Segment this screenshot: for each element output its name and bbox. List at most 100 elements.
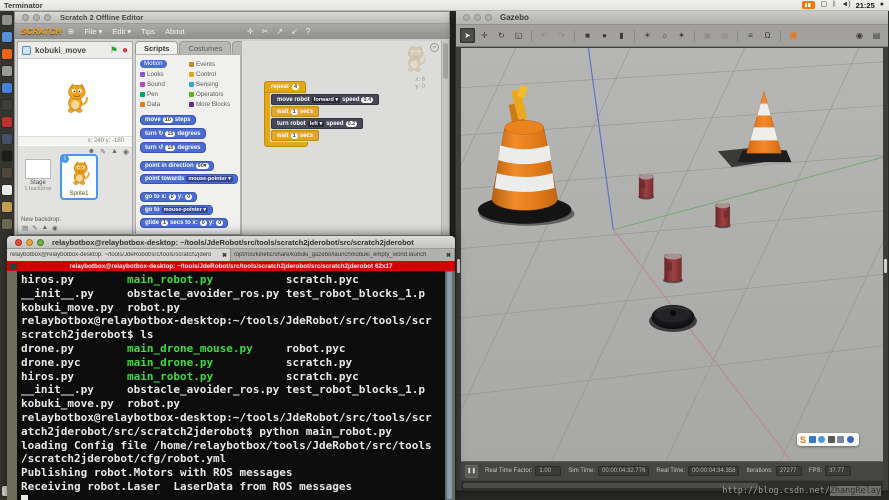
terminal-tab-1[interactable]: relaybotbox@relaybotbox-desktop: ~/tools… bbox=[7, 249, 231, 261]
category-events[interactable]: Events bbox=[189, 59, 238, 69]
session-menu-icon[interactable]: ● bbox=[880, 1, 884, 9]
dock-opera[interactable] bbox=[2, 151, 12, 161]
category-sensing[interactable]: Sensing bbox=[189, 79, 238, 89]
category-control[interactable]: Control bbox=[189, 69, 238, 79]
category-data[interactable]: Data bbox=[140, 99, 189, 109]
palette-block[interactable]: go to mouse-pointer ▾ bbox=[140, 205, 214, 215]
rotate-tool[interactable]: ↻ bbox=[494, 28, 509, 43]
sogou-logo[interactable]: S bbox=[800, 435, 806, 445]
camera-sprite-icon[interactable]: ◉ bbox=[123, 148, 129, 156]
grow-icon[interactable]: ↗ bbox=[276, 27, 283, 36]
terminal-content[interactable]: hiros.py main_robot.py scratch.pyc __init… bbox=[7, 271, 455, 500]
upload-backdrop-icon[interactable]: ▲ bbox=[42, 224, 48, 232]
terminal-titlebar[interactable]: relaybotbox@relaybotbox-desktop: ~/tools… bbox=[7, 236, 455, 249]
repeat-block-header[interactable]: repeat 4 bbox=[264, 81, 307, 93]
dock-folder-bookmark[interactable] bbox=[2, 202, 12, 212]
upload-sprite-icon[interactable]: ▲ bbox=[111, 148, 118, 156]
block-help-icon[interactable]: ? bbox=[306, 27, 310, 36]
menu-edit[interactable]: Edit ▾ bbox=[112, 27, 131, 36]
volume-icon[interactable]: ◄) bbox=[841, 1, 850, 9]
snap[interactable]: Ω bbox=[760, 28, 775, 43]
copy[interactable]: ▣ bbox=[700, 28, 715, 43]
green-flag-button[interactable]: ⚑ bbox=[110, 45, 118, 56]
cylinder-shape[interactable]: ▮ bbox=[614, 28, 629, 43]
palette-block[interactable]: glide 1 secs to x: 0 y: 0 bbox=[140, 218, 229, 228]
cat-sprite-on-stage[interactable] bbox=[62, 83, 90, 113]
shrink-icon[interactable]: ↙ bbox=[291, 27, 298, 36]
dock-text-editor[interactable] bbox=[2, 185, 12, 195]
palette-block[interactable]: move 10 steps bbox=[140, 115, 196, 125]
stage-thumbnail[interactable]: Stage 1 backdrop bbox=[22, 159, 54, 192]
terminator-active-title[interactable]: relaybotbox@relaybotbox-desktop: ~/tools… bbox=[7, 261, 455, 271]
directional-light[interactable]: ✦ bbox=[674, 28, 689, 43]
category-operators[interactable]: Operators bbox=[189, 89, 238, 99]
project-sprite-name[interactable]: kobuki_move bbox=[35, 46, 106, 55]
right-panel-splitter[interactable] bbox=[884, 259, 887, 273]
select-tool[interactable]: ➤ bbox=[460, 28, 475, 43]
backdrop-library-icon[interactable]: ▤ bbox=[22, 224, 28, 232]
paint-new-sprite-icon[interactable]: ✎ bbox=[100, 148, 106, 156]
coke-can-2[interactable] bbox=[714, 203, 731, 229]
gazebo-3d-viewport[interactable] bbox=[461, 48, 883, 461]
category-more-blocks[interactable]: More Blocks bbox=[189, 99, 238, 109]
maximize-button[interactable] bbox=[37, 238, 44, 246]
script-area[interactable]: x: 6 y: 0 = repeat 4 move robot forward ▾… bbox=[241, 41, 441, 235]
palette-block[interactable]: point towards mouse-pointer ▾ bbox=[140, 174, 238, 184]
punctuation-icon[interactable] bbox=[827, 436, 835, 443]
paste[interactable]: ▤ bbox=[717, 28, 732, 43]
camera-backdrop-icon[interactable]: ◉ bbox=[52, 224, 58, 232]
wait-block[interactable]: wait 1 secs bbox=[271, 106, 320, 117]
minimize-button[interactable] bbox=[33, 14, 40, 21]
duplicate-stamp-icon[interactable]: ✛ bbox=[247, 27, 254, 36]
robot-command-block[interactable]: move robot forward ▾ speed 0.4 bbox=[271, 94, 380, 105]
align[interactable]: ≡ bbox=[743, 28, 758, 43]
window-buttons[interactable] bbox=[15, 238, 44, 246]
tab-scripts[interactable]: Scripts bbox=[135, 41, 179, 54]
tab-costumes[interactable]: Costumes bbox=[179, 41, 232, 54]
script-area-scrollbar[interactable] bbox=[441, 41, 449, 235]
data-logger-icon[interactable]: ▤ bbox=[869, 28, 884, 43]
minimize-button[interactable] bbox=[26, 238, 33, 246]
close-button[interactable] bbox=[463, 14, 470, 21]
terminal-tab-2[interactable]: /opt/ros/kinetic/share/kobuki_gazebo/lau… bbox=[231, 249, 455, 261]
translate-tool[interactable]: ✛ bbox=[477, 28, 492, 43]
fullwidth-icon[interactable] bbox=[818, 436, 826, 443]
menu-file[interactable]: File ▾ bbox=[84, 27, 102, 36]
maximize-button[interactable] bbox=[485, 14, 492, 21]
tab-close-icon[interactable]: ✖ bbox=[446, 252, 451, 259]
close-button[interactable] bbox=[15, 238, 22, 246]
palette-block[interactable]: turn ↻ 15 degrees bbox=[140, 128, 206, 139]
maximize-button[interactable] bbox=[44, 14, 51, 21]
terminal-scrollbar[interactable] bbox=[446, 271, 453, 500]
left-panel-splitter[interactable] bbox=[457, 259, 460, 273]
dock-browser[interactable] bbox=[2, 83, 12, 93]
scratch-titlebar[interactable]: Scratch 2 Offline Editor bbox=[15, 12, 449, 24]
stage-thumbnail-image[interactable] bbox=[25, 159, 51, 179]
dock-screenshot-tool[interactable] bbox=[2, 66, 12, 76]
menu-about[interactable]: About bbox=[165, 27, 185, 36]
point-light[interactable]: ☀ bbox=[640, 28, 655, 43]
box-shape[interactable]: ■ bbox=[580, 28, 595, 43]
robot-script[interactable]: repeat 4 move robot forward ▾ speed 0.4 wait… bbox=[264, 81, 380, 147]
menu-tips[interactable]: Tips bbox=[141, 27, 155, 36]
fullscreen-icon[interactable] bbox=[22, 45, 31, 55]
palette-block[interactable]: go to x: 0 y: 0 bbox=[140, 192, 198, 202]
window-buttons[interactable] bbox=[22, 14, 51, 21]
coke-can-3[interactable] bbox=[663, 253, 683, 284]
dock-files[interactable] bbox=[2, 32, 12, 42]
dock-system-settings[interactable] bbox=[2, 134, 12, 144]
category-motion[interactable]: Motion bbox=[140, 59, 189, 69]
dock-archive-tool[interactable] bbox=[2, 219, 12, 229]
palette-block[interactable]: point in direction 90▾ bbox=[140, 161, 214, 171]
minimize-button[interactable] bbox=[474, 14, 481, 21]
window-buttons[interactable] bbox=[463, 14, 492, 21]
stop-button[interactable]: ● bbox=[122, 45, 128, 55]
dock-firefox[interactable] bbox=[2, 49, 12, 59]
settings-icon[interactable] bbox=[846, 436, 854, 443]
close-button[interactable] bbox=[22, 14, 29, 21]
sprite-thumbnail[interactable]: i Sprite1 bbox=[60, 154, 98, 200]
terminal-text[interactable]: hiros.py main_robot.py scratch.pyc __init… bbox=[17, 271, 445, 500]
keyboard-icon[interactable] bbox=[837, 436, 845, 443]
spot-light[interactable]: ☼ bbox=[657, 28, 672, 43]
category-pen[interactable]: Pen bbox=[140, 89, 189, 99]
